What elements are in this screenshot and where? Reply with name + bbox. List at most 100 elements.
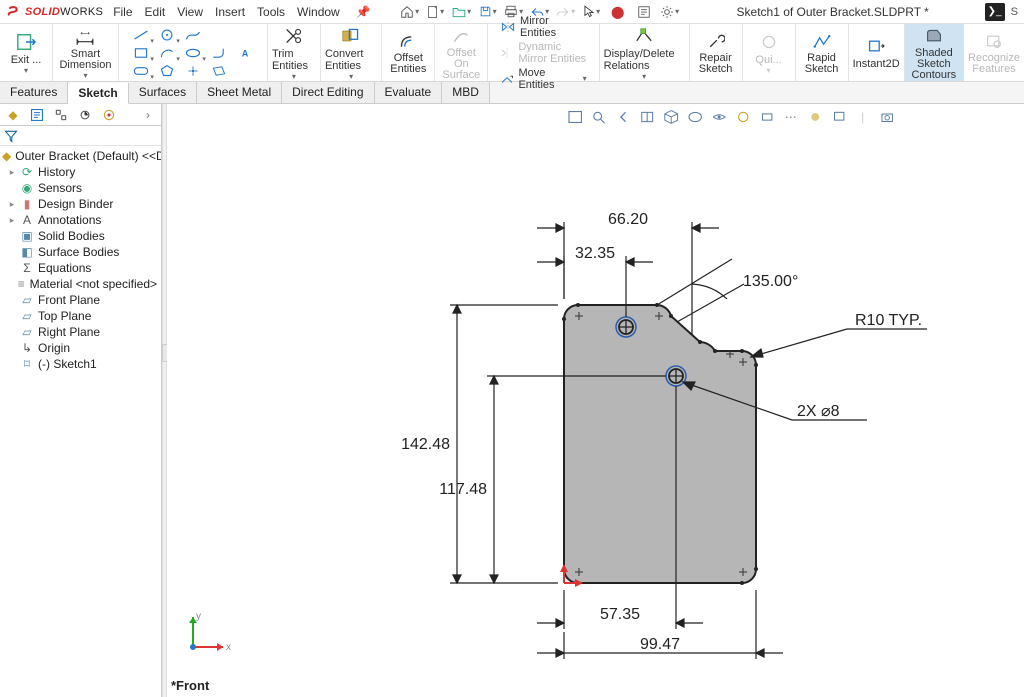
tab-sheet-metal[interactable]: Sheet Metal xyxy=(197,82,282,103)
svg-text:57.35: 57.35 xyxy=(600,606,640,623)
tab-sketch[interactable]: Sketch xyxy=(68,83,128,104)
feature-tree-tab-icon[interactable]: ◆ xyxy=(4,106,22,124)
tree-right-plane[interactable]: ▱Right Plane xyxy=(0,324,161,340)
redo-icon[interactable]: ▾ xyxy=(555,2,577,22)
shaded-sketch-contours-button[interactable]: Shaded SketchContours xyxy=(909,25,959,81)
display-manager-tab-icon[interactable] xyxy=(100,106,118,124)
dim-angle[interactable]: 135.00° xyxy=(657,259,798,322)
quick-snaps-icon xyxy=(757,31,781,53)
move-icon xyxy=(500,72,514,86)
settings-icon[interactable]: ▾ xyxy=(659,2,681,22)
open-icon[interactable]: ▾ xyxy=(451,2,473,22)
repair-sketch-button[interactable]: RepairSketch xyxy=(694,30,738,75)
new-icon[interactable]: ▾ xyxy=(425,2,447,22)
relations-icon xyxy=(632,25,656,47)
fillet-tool-icon[interactable] xyxy=(209,45,229,61)
tab-surfaces[interactable]: Surfaces xyxy=(129,82,197,103)
rebuild-icon[interactable]: ⬤ xyxy=(607,2,629,22)
svg-text:⟷: ⟷ xyxy=(81,30,90,37)
trim-entities-button[interactable]: Trim Entities xyxy=(272,25,316,72)
text-tool-icon[interactable]: A xyxy=(235,45,255,61)
tree-design-binder[interactable]: ▸▮Design Binder xyxy=(0,196,161,212)
slot-tool-icon[interactable]: ▾ xyxy=(131,63,151,79)
trim-icon xyxy=(282,25,306,47)
tree-origin[interactable]: ↳Origin xyxy=(0,340,161,356)
command-prompt-icon[interactable]: ❯_ xyxy=(985,3,1005,21)
tree-sensors[interactable]: ◉Sensors xyxy=(0,180,161,196)
tree-solid-bodies[interactable]: ▣Solid Bodies xyxy=(0,228,161,244)
offset-group: OffsetEntities xyxy=(382,24,435,81)
rapid-sketch-icon xyxy=(810,30,834,52)
convert-icon xyxy=(339,25,363,47)
svg-text:142.48: 142.48 xyxy=(401,436,450,453)
menu-insert[interactable]: Insert xyxy=(215,5,245,19)
tab-evaluate[interactable]: Evaluate xyxy=(375,82,443,103)
options-icon[interactable] xyxy=(633,2,655,22)
arc-tool-icon[interactable]: ▾ xyxy=(157,45,177,61)
convert-entities-button[interactable]: Convert Entities xyxy=(325,25,377,72)
line-tool-icon[interactable]: ▾ xyxy=(131,27,151,43)
polygon-tool-icon[interactable] xyxy=(157,63,177,79)
tab-features[interactable]: Features xyxy=(0,82,68,103)
graphics-viewport[interactable]: ⋯ | xyxy=(167,104,1024,697)
tree-sketch1[interactable]: ⌑(-) Sketch1 xyxy=(0,356,161,372)
property-manager-tab-icon[interactable] xyxy=(28,106,46,124)
rectangle-tool-icon[interactable]: ▾ xyxy=(131,45,151,61)
surface-bodies-icon: ◧ xyxy=(20,245,34,259)
save-icon[interactable]: ▾ xyxy=(477,2,499,22)
tree-equations[interactable]: ΣEquations xyxy=(0,260,161,276)
filter-row[interactable] xyxy=(0,126,161,146)
dim-height-1[interactable]: 142.48 xyxy=(401,305,558,583)
smart-dimension-button[interactable]: ⟷ Smart Dimension xyxy=(57,26,114,71)
tab-direct-editing[interactable]: Direct Editing xyxy=(282,82,374,103)
sensors-icon: ◉ xyxy=(20,181,34,195)
recognize-features-group: RecognizeFeatures xyxy=(964,24,1024,81)
pin-icon[interactable]: 📌 xyxy=(356,5,371,19)
exit-sketch-group: Exit ... ▾ xyxy=(0,24,53,81)
point-tool-icon[interactable] xyxy=(183,63,203,79)
tree-annotations[interactable]: ▸AAnnotations xyxy=(0,212,161,228)
exit-sketch-button[interactable]: Exit ... xyxy=(4,31,48,66)
dim-radius[interactable]: R10 TYP. xyxy=(751,312,927,357)
select-icon[interactable]: ▾ xyxy=(581,2,603,22)
feature-manager-panel: ◆ › ◆ Outer Bracket (Default) <<Def ▸⟳Hi… xyxy=(0,104,162,697)
spline-tool-icon[interactable] xyxy=(183,27,203,43)
move-entities-button[interactable]: Move Entities▾ xyxy=(500,67,586,91)
tree-surface-bodies[interactable]: ◧Surface Bodies xyxy=(0,244,161,260)
tree-material[interactable]: ≡Material <not specified> xyxy=(0,276,161,292)
search-button[interactable]: S xyxy=(1011,6,1018,18)
menu-window[interactable]: Window xyxy=(297,5,340,19)
expand-panel-icon[interactable]: › xyxy=(139,106,157,124)
print-icon[interactable]: ▾ xyxy=(503,2,525,22)
svg-text:R10 TYP.: R10 TYP. xyxy=(855,312,922,329)
menu-edit[interactable]: Edit xyxy=(145,5,166,19)
tree-top-plane[interactable]: ▱Top Plane xyxy=(0,308,161,324)
dynamic-mirror-icon xyxy=(500,46,514,60)
ellipse-tool-icon[interactable]: ▾ xyxy=(183,45,203,61)
dimxpert-tab-icon[interactable] xyxy=(76,106,94,124)
instant2d-button[interactable]: Instant2D xyxy=(853,35,900,70)
menu-file[interactable]: File xyxy=(113,5,132,19)
sketch-entities-group: ▾ ▾ ▾ ▾ ▾ A ▾ xyxy=(119,24,268,81)
menu-view[interactable]: View xyxy=(177,5,203,19)
quick-access-toolbar: ▾ ▾ ▾ ▾ ▾ ▾ ▾ ▾ ⬤ ▾ xyxy=(399,2,681,22)
tab-mbd[interactable]: MBD xyxy=(442,82,490,103)
svg-text:A: A xyxy=(242,48,249,58)
offset-entities-button[interactable]: OffsetEntities xyxy=(386,30,430,75)
plane-icon: ▱ xyxy=(20,293,34,307)
configuration-tab-icon[interactable] xyxy=(52,106,70,124)
menu-tools[interactable]: Tools xyxy=(257,5,285,19)
plane-tool-icon[interactable] xyxy=(209,63,229,79)
home-icon[interactable]: ▾ xyxy=(399,2,421,22)
svg-text:117.48: 117.48 xyxy=(439,481,487,498)
rapid-sketch-button[interactable]: RapidSketch xyxy=(800,30,844,75)
undo-icon[interactable]: ▾ xyxy=(529,2,551,22)
tree-root[interactable]: ◆ Outer Bracket (Default) <<Def xyxy=(0,148,161,164)
circle-tool-icon[interactable]: ▾ xyxy=(157,27,177,43)
binder-icon: ▮ xyxy=(20,197,34,211)
tree-history[interactable]: ▸⟳History xyxy=(0,164,161,180)
display-delete-relations-button[interactable]: Display/Delete Relations xyxy=(604,25,685,72)
tree-front-plane[interactable]: ▱Front Plane xyxy=(0,292,161,308)
offset-icon xyxy=(396,30,420,52)
dim-bottom-width[interactable]: 99.47 xyxy=(537,590,783,659)
